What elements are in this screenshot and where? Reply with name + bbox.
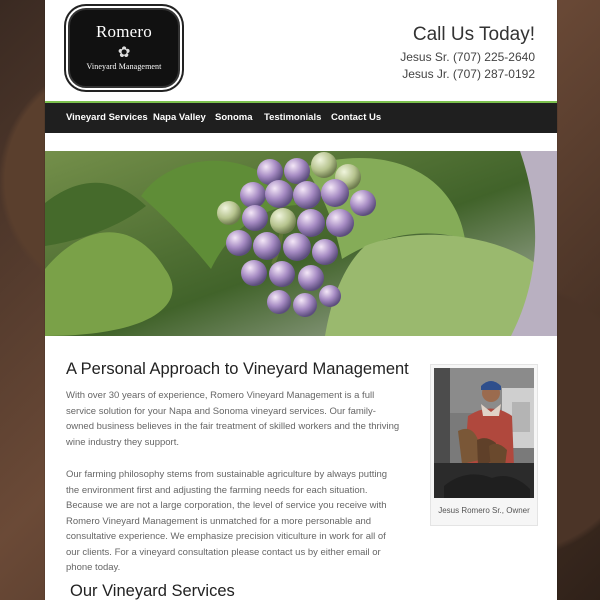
phone-jesus-jr[interactable]: Jesus Jr. (707) 287-0192	[402, 67, 535, 81]
nav-item-testimonials[interactable]: Testimonials	[264, 112, 321, 123]
nav-item-sonoma[interactable]: Sonoma	[215, 112, 252, 123]
page-container: Romero ✿ Vineyard Management Call Us Tod…	[45, 0, 557, 600]
nav-item-napa-valley[interactable]: Napa Valley	[153, 112, 206, 123]
grape-icon: ✿	[117, 44, 131, 61]
owner-photo	[434, 368, 534, 498]
call-us-title: Call Us Today!	[412, 24, 535, 45]
owner-caption: Jesus Romero Sr., Owner	[438, 506, 530, 515]
owner-photo-icon	[434, 368, 534, 498]
phone-jesus-sr[interactable]: Jesus Sr. (707) 225-2640	[400, 50, 535, 64]
owner-photo-card: Jesus Romero Sr., Owner	[430, 364, 538, 526]
logo[interactable]: Romero ✿ Vineyard Management	[68, 8, 180, 88]
hero-image	[45, 151, 557, 336]
services-heading: Our Vineyard Services	[70, 582, 235, 600]
logo-title: Romero	[96, 22, 152, 41]
intro-paragraph: With over 30 years of experience, Romero…	[66, 390, 400, 448]
site-header: Romero ✿ Vineyard Management Call Us Tod…	[45, 0, 557, 100]
philosophy-paragraph: Our farming philosophy stems from sustai…	[66, 469, 388, 573]
logo-subtitle: Vineyard Management	[86, 62, 162, 71]
page-title: A Personal Approach to Vineyard Manageme…	[66, 360, 409, 378]
nav-item-contact-us[interactable]: Contact Us	[331, 112, 381, 123]
main-content: A Personal Approach to Vineyard Manageme…	[45, 336, 557, 600]
grape-cluster-photo	[45, 151, 557, 336]
nav-item-vineyard-services[interactable]: Vineyard Services	[66, 112, 148, 123]
main-navigation: Vineyard Services Napa Valley Sonoma Tes…	[45, 101, 557, 133]
